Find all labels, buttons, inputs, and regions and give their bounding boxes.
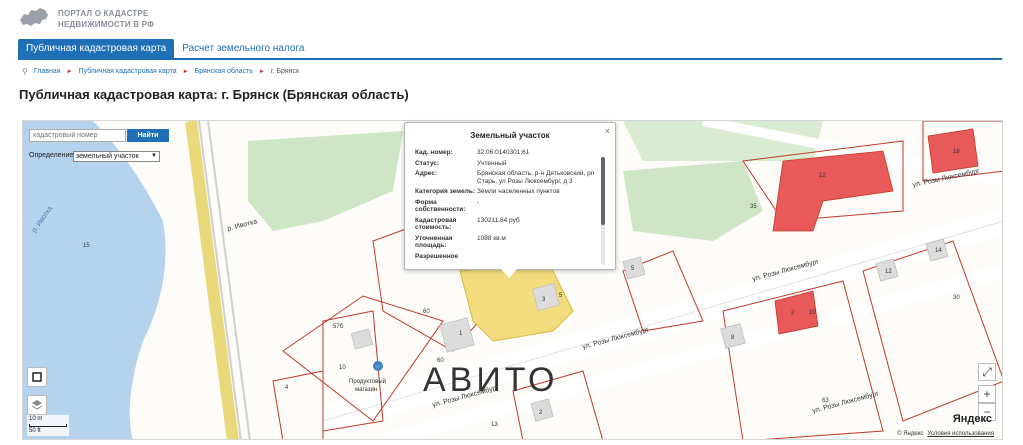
popup-pointer: [501, 269, 517, 278]
close-icon[interactable]: ×: [605, 126, 610, 136]
top-tabs: Публичная кадастровая карта Расчет земел…: [18, 39, 312, 59]
breadcrumb: ⚲ Главная ► Публичная кадастровая карта …: [22, 67, 299, 76]
row-value: Учтенный: [477, 159, 507, 167]
portal-title-line1: ПОРТАЛ О КАДАСТРЕ: [58, 9, 149, 18]
popup-row-cadastral-number: Кад. номер: 32:06:0140301:61: [415, 149, 601, 157]
popup-row-address: Адрес: Брянская область, р-н Дятьковский…: [415, 170, 601, 185]
attribution-copyright: © Яндекс: [897, 431, 924, 437]
park-area: [248, 131, 403, 231]
park-area: [623, 161, 763, 241]
popup-scrollbar[interactable]: [601, 157, 605, 265]
parcel-number: 15: [83, 243, 90, 249]
parcel-number: 30: [953, 295, 960, 301]
map-attribution: © Яндекс Условия использования: [897, 431, 994, 437]
fullscreen-toggle-button[interactable]: [27, 367, 47, 387]
building-number: 4: [285, 385, 289, 391]
row-key: Кад. номер:: [415, 149, 453, 156]
breadcrumb-region[interactable]: Брянская область: [195, 68, 253, 75]
row-key: Форма собственности:: [415, 198, 466, 214]
cadastral-number-search-input[interactable]: [29, 129, 126, 142]
search-button[interactable]: Найти: [127, 129, 169, 142]
popup-row-status: Статус: Учтенный: [415, 160, 601, 168]
river-water: [23, 121, 166, 439]
popup-row-cost: Кадастровая стоимость: 130211.84 руб: [415, 217, 601, 232]
rail-line: [198, 121, 242, 439]
parcel-number: 12: [885, 269, 892, 275]
portal-title-line2: НЕДВИЖИМОСТИ В РФ: [58, 20, 155, 29]
road-vertical: [185, 121, 239, 439]
expand-map-button[interactable]: ⤢: [978, 363, 996, 381]
parcel-number: 13: [491, 422, 498, 428]
scale-feet: 50 ft: [29, 428, 41, 434]
popup-row-category: Категория земель: Земли населенных пункт…: [415, 188, 601, 196]
row-key: Уточненная площадь:: [415, 234, 453, 250]
popup-row-ownership: Форма собственности: -: [415, 199, 601, 214]
building-number: 10: [339, 365, 346, 371]
row-value: Земли населенных пунктов: [477, 188, 560, 195]
breadcrumb-arrow-icon: ►: [258, 68, 265, 75]
layers-icon: [31, 400, 43, 410]
row-value: -: [477, 198, 480, 206]
breadcrumb-city: г. Брянск: [270, 68, 300, 75]
row-value: 32:06:0140301:61: [477, 149, 530, 156]
parcel-info-popup: Земельный участок × Кад. номер: 32:06:01…: [404, 122, 616, 278]
scrollbar-thumb[interactable]: [601, 157, 605, 225]
building-number: 35: [750, 204, 757, 210]
russia-map-logo-icon[interactable]: [18, 4, 50, 32]
building-number: 12: [819, 173, 826, 179]
popup-details: Кад. номер: 32:06:0140301:61 Статус: Учт…: [415, 149, 601, 267]
river-label: р. Ивотка: [227, 218, 258, 233]
watermark: АВИТО: [423, 361, 558, 399]
mode-label: Определение: [29, 152, 74, 159]
scale-bar: 10 m 50 ft: [27, 415, 69, 436]
breadcrumb-arrow-icon: ►: [182, 68, 189, 75]
breadcrumb-arrow-icon: ►: [66, 68, 73, 75]
row-key: Кадастровая стоимость:: [415, 216, 457, 232]
parcel-outline: [272, 370, 324, 439]
tab-cadastral-map[interactable]: Публичная кадастровая карта: [18, 39, 175, 59]
object-type-value: земельный участок: [76, 153, 139, 160]
scale-meters: 10 m: [29, 416, 43, 422]
portal-title[interactable]: ПОРТАЛ О КАДАСТРЕ НЕДВИЖИМОСТИ В РФ: [58, 8, 168, 30]
scale-ruler: [29, 424, 67, 427]
parcel-number: 60: [423, 309, 430, 315]
plus-icon: +: [983, 387, 991, 401]
popup-title: Земельный участок: [470, 131, 550, 140]
row-value: 1088 кв.м: [477, 234, 506, 242]
zoom-in-button[interactable]: +: [978, 385, 996, 403]
svg-text:🛒: 🛒: [375, 363, 383, 371]
row-value: 130211.84 руб: [477, 216, 520, 224]
breadcrumb-home[interactable]: Главная: [34, 68, 61, 75]
page-title: Публичная кадастровая карта: г. Брянск (…: [19, 87, 409, 102]
breadcrumb-cadastral-map[interactable]: Публичная кадастровая карта: [78, 68, 176, 75]
expand-icon: ⤢: [982, 365, 992, 379]
row-key: Разрешенное: [415, 252, 459, 260]
poi-label: магазин: [355, 387, 377, 393]
building: [350, 328, 374, 350]
location-pin-icon: ⚲: [22, 67, 28, 76]
tabs-underline: [18, 58, 1002, 60]
chevron-down-icon: ▼: [151, 153, 157, 159]
row-key: Категория земель:: [415, 188, 476, 195]
yandex-logo[interactable]: Яндекс: [953, 413, 992, 425]
tab-land-tax[interactable]: Расчет земельного налога: [174, 39, 312, 59]
parcel-number: 14: [935, 248, 942, 254]
row-key: Статус:: [415, 159, 440, 167]
popup-row-area: Уточненная площадь: 1088 кв.м: [415, 235, 601, 250]
row-key: Адрес:: [415, 170, 438, 177]
building-number: 57б: [333, 324, 344, 330]
square-frame-icon: [32, 372, 42, 382]
poi-label: Продуктовый: [349, 378, 386, 385]
terms-of-use-link[interactable]: Условия использования: [927, 431, 994, 437]
layers-button[interactable]: [27, 395, 47, 415]
row-value: Брянская область, р-н Дятьковский, рп Ст…: [477, 170, 595, 185]
building-registered: [772, 150, 894, 232]
building-number: 18: [953, 149, 960, 155]
object-type-select[interactable]: земельный участок ▼: [73, 151, 160, 162]
parcel-number: 10: [809, 310, 816, 316]
popup-row-permitted-use: Разрешенное: [415, 253, 601, 261]
